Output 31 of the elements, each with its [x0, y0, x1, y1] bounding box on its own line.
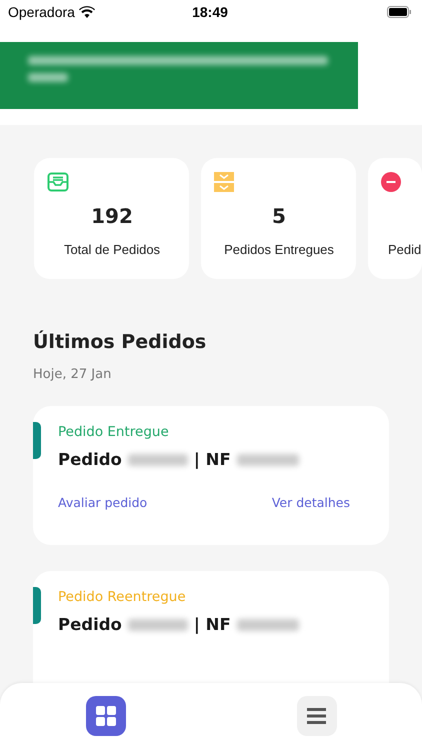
redacted-value — [128, 454, 188, 466]
invoice-label: | NF — [194, 450, 231, 469]
grid-icon — [96, 706, 116, 726]
stat-value: 192 — [91, 204, 133, 228]
order-label: Pedido — [58, 450, 122, 469]
carrier-name: Operadora — [8, 4, 75, 20]
redacted-value — [128, 618, 188, 630]
stat-value: 5 — [272, 204, 286, 228]
tab-button[interactable] — [86, 696, 126, 736]
battery-icon — [387, 6, 412, 18]
date-label: Hoje, 27 Jan — [33, 367, 112, 382]
invoice-label: | NF — [194, 615, 231, 634]
section-title: Últimos Pedidos — [33, 331, 208, 353]
order-link[interactable]: Avaliar pedido — [58, 495, 148, 510]
order-status: Pedido Entregue — [58, 424, 170, 440]
redacted-value — [236, 618, 299, 630]
menu-icon — [307, 708, 326, 724]
redacted-text — [28, 73, 68, 82]
order-status: Pedido Reentregue — [58, 589, 187, 605]
stat-label: Pedid — [388, 242, 422, 257]
wifi-icon — [78, 6, 95, 18]
order-card[interactable]: Pedido Entregue Pedido | NF Avaliar pedido Ver detalhes — [33, 406, 389, 545]
order-link[interactable]: Ver detalhes — [272, 495, 350, 510]
accent-bar — [33, 422, 41, 459]
redacted-value — [236, 454, 299, 466]
order-label: Pedido — [58, 615, 122, 634]
tab-button[interactable] — [296, 696, 336, 736]
stat-label: Total de Pedidos — [64, 242, 160, 257]
accent-bar — [33, 587, 41, 624]
stat-label: Pedidos Entregues — [224, 242, 334, 257]
clock-time: 18:49 — [191, 4, 229, 20]
